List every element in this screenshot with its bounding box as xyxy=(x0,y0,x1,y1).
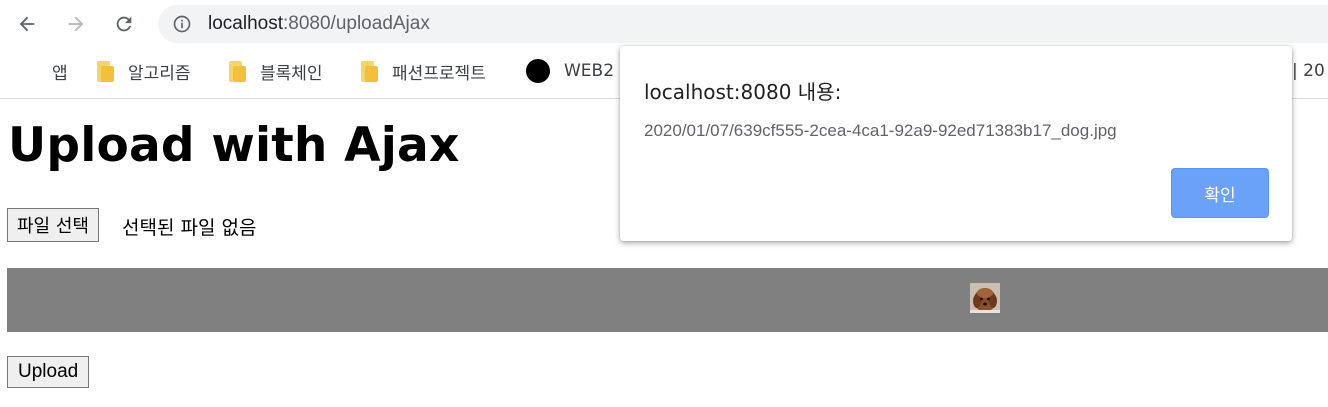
browser-toolbar: localhost:8080/uploadAjax xyxy=(0,0,1328,48)
forward-icon[interactable] xyxy=(62,10,90,38)
file-status-text: 선택된 파일 없음 xyxy=(122,217,257,239)
bookmark-label: 앱 xyxy=(52,63,68,84)
info-icon[interactable] xyxy=(172,14,192,34)
page-title: Upload with Ajax xyxy=(8,118,460,173)
alert-dialog: localhost:8080 내용: 2020/01/07/639cf555-2… xyxy=(620,46,1292,241)
bookmark-apps[interactable]: 앱 xyxy=(17,58,68,84)
folder-icon xyxy=(229,60,246,82)
back-icon[interactable] xyxy=(13,10,41,38)
folder-icon xyxy=(97,60,114,82)
bookmark-label: WEB2 - xyxy=(564,61,626,81)
bookmark-overflow-text[interactable]: | 20 xyxy=(1292,61,1325,81)
file-select-button[interactable]: 파일 선택 xyxy=(7,208,99,242)
bookmark-web2[interactable]: WEB2 - xyxy=(526,58,626,84)
bookmark-folder-fashion-project[interactable]: 패션프로젝트 xyxy=(361,58,486,84)
apps-grid-icon xyxy=(17,61,38,82)
ok-button[interactable]: 확인 xyxy=(1171,168,1269,218)
upload-result-area xyxy=(7,268,1328,332)
dialog-message: 2020/01/07/639cf555-2cea-4ca1-92a9-92ed7… xyxy=(644,121,1117,140)
bookmark-folder-algorithm[interactable]: 알고리즘 xyxy=(97,58,191,84)
bookmark-label: 패션프로젝트 xyxy=(392,63,486,84)
address-bar[interactable]: localhost:8080/uploadAjax xyxy=(158,5,1328,43)
bookmark-label: 알고리즘 xyxy=(128,63,191,84)
url-host: localhost xyxy=(208,13,283,34)
folder-icon xyxy=(361,60,378,82)
bookmark-folder-blockchain[interactable]: 블록체인 xyxy=(229,58,323,84)
dialog-title: localhost:8080 내용: xyxy=(644,80,842,104)
upload-button[interactable]: Upload xyxy=(7,356,90,388)
dog-thumbnail-image[interactable] xyxy=(970,283,1000,313)
black-circle-icon xyxy=(526,59,550,83)
bookmark-label: 블록체인 xyxy=(260,63,323,84)
url-path: :8080/uploadAjax xyxy=(283,13,430,34)
reload-icon[interactable] xyxy=(110,10,138,38)
url-text: localhost:8080/uploadAjax xyxy=(208,13,430,35)
